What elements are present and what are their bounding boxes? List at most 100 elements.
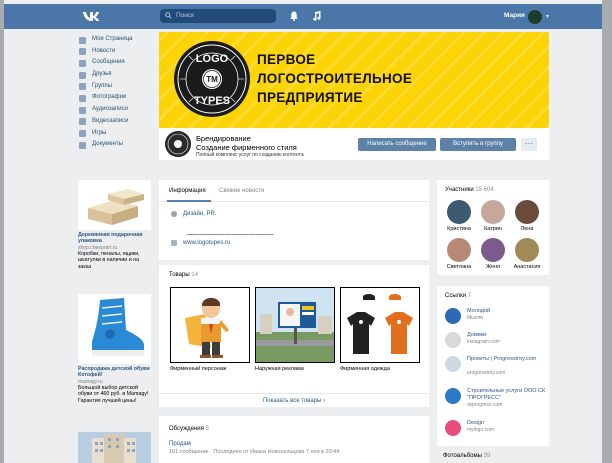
good-image[interactable] <box>170 287 250 363</box>
member-avatar[interactable] <box>481 200 505 224</box>
ad-block[interactable] <box>78 432 151 463</box>
member[interactable]: Лена <box>511 200 543 233</box>
member-name[interactable]: Кристина <box>443 226 475 233</box>
search-input[interactable]: Поиск <box>160 9 276 23</box>
vk-logo[interactable] <box>82 9 100 23</box>
member-name[interactable]: Анастасия <box>511 264 543 271</box>
members-title[interactable]: Участники 15 604 <box>445 186 494 194</box>
link-thumbnail[interactable] <box>445 356 461 372</box>
more-actions-button[interactable]: ··· <box>521 138 537 151</box>
ad-title[interactable]: Распродажа детской обуви Котофей! <box>78 366 151 379</box>
nav-item-friends[interactable]: Друзья <box>78 69 158 81</box>
group-avatar[interactable] <box>165 131 191 157</box>
nav-item-label: Игры <box>92 129 107 136</box>
bell-icon[interactable] <box>290 11 298 21</box>
ad-block[interactable]: Деревянная подарочная упаковка shop.chee… <box>78 180 151 270</box>
member-avatar[interactable] <box>447 200 471 224</box>
mascot-picture <box>185 297 229 358</box>
info-tabs: Информация Свежие новости <box>159 180 429 202</box>
member-name[interactable]: Лена <box>511 226 543 233</box>
ad-image-building[interactable] <box>78 432 151 463</box>
links-count: 7 <box>467 293 472 299</box>
link-title[interactable]: Строительные услуги ООО СК "ПРОГРЕСС" <box>467 388 549 402</box>
home-icon <box>79 36 86 44</box>
user-avatar[interactable] <box>528 10 542 24</box>
user-name[interactable]: Мария <box>504 10 525 22</box>
send-message-button[interactable]: Написать сообщение <box>358 138 436 151</box>
nav-item-video[interactable]: Видеозаписи <box>78 116 158 128</box>
link-title[interactable]: Проекты | Progresstroy.com <box>467 356 549 363</box>
member[interactable]: Кристина <box>443 200 475 233</box>
good-caption[interactable]: Наружная реклама <box>255 366 335 373</box>
good-image[interactable] <box>340 287 420 363</box>
member-name[interactable]: Катрин <box>477 226 509 233</box>
member-avatar[interactable] <box>515 238 539 262</box>
member-avatar[interactable] <box>447 238 471 262</box>
show-all-goods-link[interactable]: Показать все товары › <box>159 393 429 407</box>
chevron-down-icon[interactable]: ▾ <box>546 13 552 20</box>
good-caption[interactable]: Фирменный персонаж <box>170 366 250 373</box>
good-item[interactable]: Фирменный персонаж <box>170 287 250 373</box>
good-caption[interactable]: Фирменная одежда <box>340 366 420 373</box>
category-link[interactable]: Дизайн, PR. <box>183 210 217 218</box>
member-name[interactable]: Светлана <box>443 264 475 271</box>
nav-item-label: Видеозаписи <box>92 117 129 124</box>
group-description: Полный комплекс услуг по созданию контен… <box>196 152 304 158</box>
website-link[interactable]: www.logotupes.ru <box>183 239 230 247</box>
active-tab-indicator <box>167 200 211 202</box>
info-icon <box>171 211 177 217</box>
member[interactable]: Катрин <box>477 200 509 233</box>
links-title[interactable]: Ссылки 7 <box>445 292 471 300</box>
ad-block[interactable]: Распродажа детской обуви Котофей! mamagy… <box>78 294 151 404</box>
link-title[interactable]: Design <box>467 420 549 427</box>
member-avatar[interactable] <box>481 238 505 262</box>
ad-text: Коробки, пеналы, ящики, шкатулки в налич… <box>78 251 140 270</box>
nav-item-photos[interactable]: Фотографии <box>78 92 158 104</box>
link-subtitle: mylogo.com <box>467 427 494 433</box>
link-thumbnail[interactable] <box>445 332 461 348</box>
member-name[interactable]: Женя <box>477 264 509 271</box>
wooden-box-picture <box>88 189 144 225</box>
good-image[interactable] <box>255 287 335 363</box>
ad-image-wooden-box[interactable] <box>78 180 151 230</box>
good-item[interactable]: Наружная реклама <box>255 287 335 373</box>
discussion-topic[interactable]: Продам <box>169 440 191 448</box>
nav-item-documents[interactable]: Документы <box>78 139 158 151</box>
music-icon[interactable] <box>312 11 321 21</box>
link-thumbnail[interactable] <box>445 420 461 436</box>
photos-icon <box>79 94 86 102</box>
nav-item-games[interactable]: Игры <box>78 128 158 140</box>
branded-clothing-picture <box>347 294 413 354</box>
nav-item-label: Друзья <box>92 71 112 78</box>
link-title[interactable]: Домики <box>467 332 549 339</box>
logotypes-emblem: TM LOGO TYPES <box>174 41 250 117</box>
nav-item-my-page[interactable]: Моя Страница <box>78 34 158 46</box>
tab-information[interactable]: Информация <box>169 187 206 195</box>
join-group-button[interactable]: Вступить в группу <box>440 138 516 151</box>
nav-item-groups[interactable]: Группы <box>78 81 158 93</box>
ad-text: Большой выбор детской обуви от 460 руб. … <box>78 385 149 404</box>
group-header: Брендирование Создание фирменного стиля … <box>159 128 549 160</box>
nav-item-audio[interactable]: Аудиозаписи <box>78 104 158 116</box>
member[interactable]: Женя <box>477 238 509 271</box>
search-icon <box>165 12 172 19</box>
link-title[interactable]: Молодой <box>467 308 549 315</box>
member[interactable]: Анастасия <box>511 238 543 271</box>
goods-title[interactable]: Товары 14 <box>169 271 198 279</box>
cover-title: ПЕРВОЕ ЛОГОСТРОИТЕЛЬНОЕ ПРЕДПРИЯТИЕ <box>257 50 537 107</box>
photo-albums-title[interactable]: Фотоальбомы 39 <box>443 452 490 460</box>
tab-fresh-news[interactable]: Свежие новости <box>219 187 264 195</box>
groups-icon <box>79 83 86 91</box>
ad-title[interactable]: Деревянная подарочная упаковка <box>78 232 151 245</box>
link-thumbnail[interactable] <box>445 308 461 324</box>
ad-image-kids-boot[interactable] <box>78 294 151 364</box>
member-avatar[interactable] <box>515 200 539 224</box>
member[interactable]: Светлана <box>443 238 475 271</box>
good-item[interactable]: Фирменная одежда <box>340 287 420 373</box>
left-nav: Моя Страница Новости Сообщения Друзья Гр… <box>78 34 158 151</box>
link-thumbnail[interactable] <box>445 388 461 404</box>
nav-item-messages[interactable]: Сообщения <box>78 57 158 69</box>
discussions-title[interactable]: Обсуждения 5 <box>169 425 209 433</box>
nav-item-news[interactable]: Новости <box>78 46 158 58</box>
goods-title-label: Товары <box>169 272 190 278</box>
